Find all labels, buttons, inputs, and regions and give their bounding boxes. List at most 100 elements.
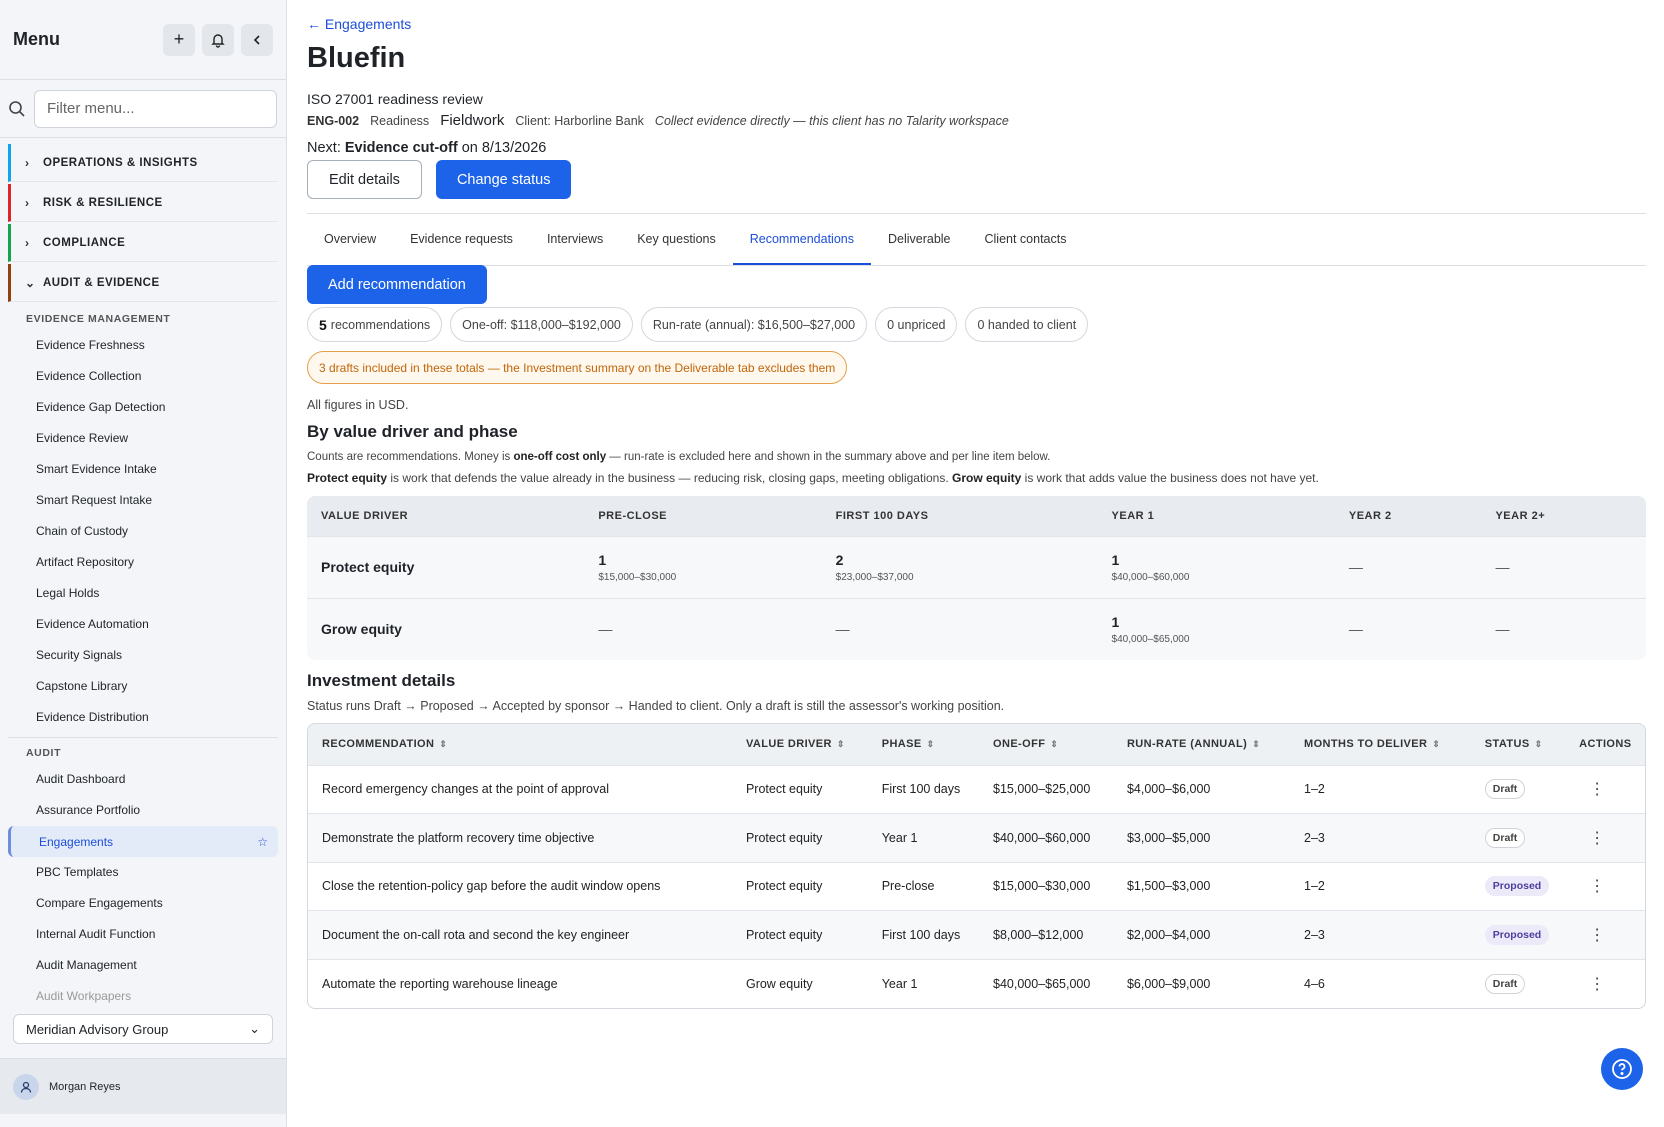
sidebar-item[interactable]: Compare Engagements (0, 888, 286, 919)
sidebar-item[interactable]: Audit Management (0, 950, 286, 981)
tab-interviews[interactable]: Interviews (530, 232, 620, 265)
sort-icon[interactable]: ⇕ (1432, 739, 1440, 749)
sort-icon[interactable]: ⇕ (927, 739, 935, 749)
change-status-button[interactable]: Change status (435, 160, 572, 199)
phase-cell: — (821, 597, 1098, 660)
column-header[interactable]: ONE-OFF ⇕ (979, 724, 1113, 765)
column-header-label: MONTHS TO DELIVER (1304, 738, 1428, 751)
table-cell: 2–3 (1290, 813, 1471, 862)
sort-icon[interactable]: ⇕ (439, 739, 447, 749)
column-header: YEAR 2 (1334, 496, 1482, 536)
sidebar-item[interactable]: Audit Workpapers (0, 981, 286, 1012)
more-actions-icon[interactable]: ⋮ (1579, 781, 1605, 798)
sidebar-item[interactable]: Evidence Automation (0, 609, 286, 640)
table-cell: $40,000–$65,000 (979, 958, 1113, 1008)
section-compliance[interactable]: › COMPLIANCE (8, 224, 278, 262)
unpriced-pill: 0 unpriced (875, 307, 958, 342)
column-header[interactable]: PHASE ⇕ (867, 724, 980, 765)
desc-text: is work that adds value the business doe… (1021, 471, 1319, 485)
sidebar-item[interactable]: Security Signals (0, 640, 286, 671)
table-cell: Automate the reporting warehouse lineage (308, 958, 732, 1008)
more-actions-icon[interactable]: ⋮ (1579, 878, 1605, 895)
table-cell: Year 1 (867, 813, 980, 862)
sort-icon[interactable]: ⇕ (837, 739, 845, 749)
count: 1 (598, 551, 607, 568)
more-actions-icon[interactable]: ⋮ (1579, 927, 1605, 944)
column-header[interactable]: RUN-RATE (ANNUAL) ⇕ (1112, 724, 1291, 765)
back-to-engagements-link[interactable]: ← Engagements (307, 16, 1646, 32)
edit-details-button[interactable]: Edit details (307, 160, 422, 199)
engagement-id: ENG-002 (307, 114, 360, 128)
user-name: Morgan Reyes (49, 1080, 121, 1093)
sidebar-item[interactable]: Capstone Library (0, 671, 286, 702)
sidebar-item[interactable]: Smart Request Intake (0, 485, 286, 516)
chevron-down-icon: ⌄ (25, 275, 36, 290)
add-recommendation-button[interactable]: Add recommendation (307, 265, 487, 304)
tab-deliverable[interactable]: Deliverable (871, 232, 968, 265)
column-header[interactable]: STATUS ⇕ (1470, 724, 1566, 765)
chevron-right-icon: › (25, 195, 30, 210)
user-profile[interactable]: Morgan Reyes (0, 1058, 286, 1114)
table-cell: Proposed (1470, 910, 1566, 959)
more-actions-icon[interactable]: ⋮ (1579, 976, 1605, 993)
tab-client-contacts[interactable]: Client contacts (968, 232, 1084, 265)
table-cell: $15,000–$25,000 (979, 764, 1113, 814)
collapse-sidebar-icon[interactable] (241, 23, 273, 56)
column-header: FIRST 100 DAYS (821, 496, 1098, 536)
help-icon[interactable] (1601, 1048, 1643, 1090)
section-operations-insights[interactable]: › OPERATIONS & INSIGHTS (8, 144, 278, 182)
table-cell: Protect equity (731, 861, 868, 911)
sort-icon[interactable]: ⇕ (1535, 739, 1543, 749)
tab-key-questions[interactable]: Key questions (620, 232, 733, 265)
sidebar-item[interactable]: Audit Dashboard (0, 764, 286, 795)
table-cell: $8,000–$12,000 (979, 910, 1113, 959)
count: — (598, 621, 613, 638)
desc-text: is work that defends the value already i… (387, 471, 952, 485)
sidebar-item[interactable]: Smart Evidence Intake (0, 454, 286, 485)
runrate-pill: Run-rate (annual): $16,500–$27,000 (640, 307, 868, 342)
tab-evidence-requests[interactable]: Evidence requests (393, 232, 530, 265)
tab-overview[interactable]: Overview (307, 232, 393, 265)
column-header: PRE-CLOSE (584, 496, 822, 536)
phase-cell: 1 $15,000–$30,000 (584, 535, 822, 598)
sidebar-item[interactable]: Legal Holds (0, 578, 286, 609)
count: 2 (835, 551, 844, 568)
section-risk-resilience[interactable]: › RISK & RESILIENCE (8, 184, 278, 222)
table-cell: First 100 days (867, 764, 980, 814)
sidebar-item[interactable]: PBC Templates (0, 857, 286, 888)
table-row: Demonstrate the platform recovery time o… (308, 813, 1645, 862)
sidebar-item[interactable]: Evidence Review (0, 423, 286, 454)
column-header: ACTIONS (1565, 724, 1645, 765)
filter-menu-input[interactable] (34, 89, 277, 128)
table-cell: Grow equity (731, 958, 868, 1008)
sidebar-item[interactable]: Internal Audit Function (0, 919, 286, 950)
sidebar-item[interactable]: Assurance Portfolio (0, 795, 286, 826)
bell-icon[interactable] (202, 23, 234, 56)
avatar (13, 1073, 39, 1100)
more-actions-icon[interactable]: ⋮ (1579, 830, 1605, 847)
sidebar-item[interactable]: Evidence Distribution (0, 702, 286, 733)
sort-icon[interactable]: ⇕ (1050, 739, 1058, 749)
column-header[interactable]: MONTHS TO DELIVER ⇕ (1290, 724, 1471, 765)
section-audit-evidence[interactable]: ⌄ AUDIT & EVIDENCE (8, 264, 278, 302)
status-badge: Draft (1484, 827, 1526, 848)
sidebar-item[interactable]: Evidence Collection (0, 361, 286, 392)
oneoff-pill: One-off: $118,000–$192,000 (450, 307, 633, 342)
table-cell: 4–6 (1290, 958, 1471, 1008)
table-cell: Demonstrate the platform recovery time o… (308, 813, 732, 862)
table-row: Protect equity 1 $15,000–$30,000 2 $23,000–$… (307, 535, 1646, 598)
next-milestone-date: on 8/13/2026 (457, 140, 547, 156)
column-header[interactable]: VALUE DRIVER ⇕ (731, 724, 868, 765)
column-header[interactable]: RECOMMENDATION ⇕ (308, 724, 732, 765)
star-icon[interactable]: ☆ (257, 835, 268, 849)
add-icon[interactable]: + (163, 23, 195, 56)
sort-icon[interactable]: ⇕ (1252, 739, 1260, 749)
org-selector[interactable]: Meridian Advisory Group ⌄ (13, 1014, 273, 1044)
sidebar-item[interactable]: Artifact Repository (0, 547, 286, 578)
sidebar-item[interactable]: Evidence Gap Detection (0, 392, 286, 423)
sidebar-item-engagements[interactable]: Engagements ☆ (8, 826, 278, 857)
sidebar-item[interactable]: Evidence Freshness (0, 330, 286, 361)
sidebar-item[interactable]: Chain of Custody (0, 516, 286, 547)
table-cell: $2,000–$4,000 (1112, 910, 1291, 959)
tab-recommendations[interactable]: Recommendations (732, 232, 871, 265)
